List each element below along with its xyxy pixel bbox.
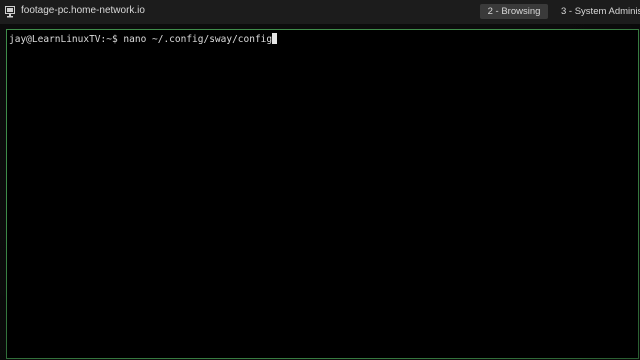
workspace-button-system-administration[interactable]: 3 - System Administ [561,4,640,19]
terminal-window[interactable]: jay@LearnLinuxTV:~$ nano ~/.config/sway/… [6,29,639,359]
terminal-command-line: jay@LearnLinuxTV:~$ nano ~/.config/sway/… [9,33,278,46]
hostname-label: footage-pc.home-network.io [21,5,145,16]
computer-monitor-icon [5,6,15,18]
workspace-button-browsing[interactable]: 2 - Browsing [480,4,548,19]
terminal-prompt: jay@LearnLinuxTV:~$ [9,34,118,45]
text-cursor [272,33,278,44]
top-bar: footage-pc.home-network.io 2 - Browsing … [0,0,640,24]
terminal-command: nano ~/.config/sway/config [123,34,273,45]
